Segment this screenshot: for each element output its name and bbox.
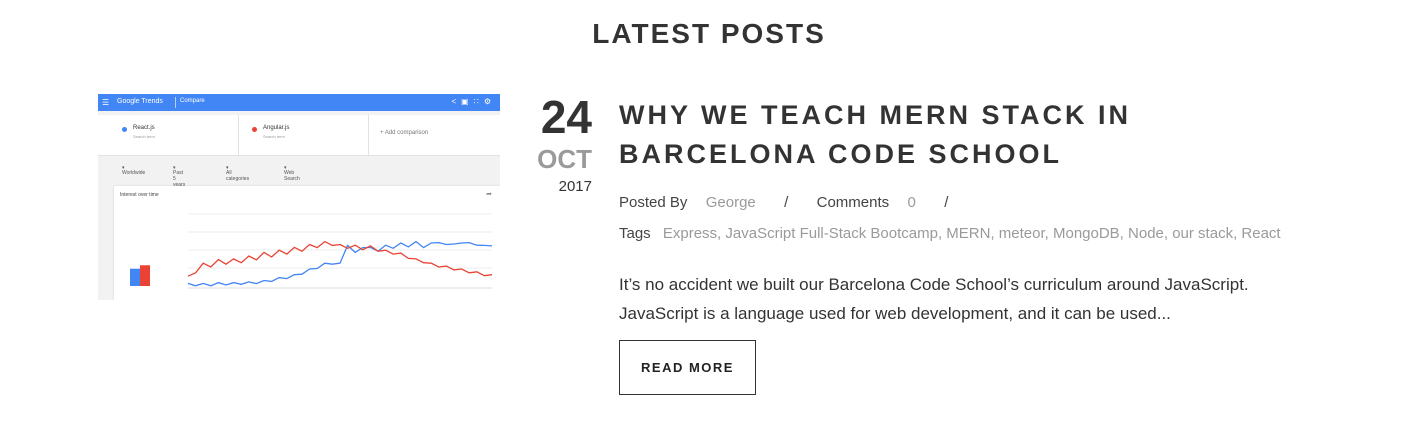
post-date-day: 24 <box>540 91 592 143</box>
tags-list[interactable]: Express, JavaScript Full-Stack Bootcamp,… <box>663 225 1281 242</box>
filter-search-type: Web Search ▾ <box>284 165 300 182</box>
filter-time: Past 5 years ▾ <box>173 165 186 188</box>
interest-over-time-card: Interest over time ➦ <box>114 186 500 300</box>
apps-icon: ∷ <box>473 97 484 106</box>
term-color-dot <box>252 127 257 132</box>
term-sub: Search term <box>133 134 155 139</box>
post-thumbnail[interactable]: ☰ Google Trends Compare <▣∷⚙ React.js Se… <box>98 94 500 300</box>
series-line-react-js <box>187 240 493 287</box>
comments-count[interactable]: 0 <box>908 194 916 211</box>
filter-category: All categories ▾ <box>226 165 250 182</box>
term-name: Angular.js <box>263 125 290 131</box>
feedback-icon: ▣ <box>461 97 474 106</box>
posted-by-label: Posted By <box>619 194 688 211</box>
tags-label: Tags <box>619 225 651 242</box>
comments-label: Comments <box>816 194 890 211</box>
menu-icon: ☰ <box>102 98 110 107</box>
filters-row: Worldwide ▾ Past 5 years ▾ All categorie… <box>98 160 500 188</box>
term-name: React.js <box>133 125 155 131</box>
add-comparison: + Add comparison <box>380 130 429 136</box>
trends-page-label: Compare <box>180 98 205 104</box>
filter-region: Worldwide ▾ <box>122 165 146 176</box>
term-color-dot <box>122 127 127 132</box>
read-more-button[interactable]: READ MORE <box>619 340 756 395</box>
post-title[interactable]: WHY WE TEACH MERN STACK IN BARCELONA COD… <box>619 96 1339 174</box>
header-divider <box>175 97 176 108</box>
latest-posts-title: LATEST POSTS <box>592 18 826 49</box>
search-terms: React.js Search term Angular.js Search t… <box>98 115 500 156</box>
trends-header: ☰ Google Trends Compare <▣∷⚙ <box>98 94 500 111</box>
average-bar-react-js <box>130 268 140 286</box>
term-angular: Angular.js Search term <box>228 115 369 155</box>
term-sub: Search term <box>263 134 285 139</box>
author-link[interactable]: George <box>706 194 756 211</box>
meta-separator: / <box>784 194 789 211</box>
post-tags: Tags Express, JavaScript Full-Stack Boot… <box>619 225 1281 242</box>
series-line-angular-js <box>187 240 493 277</box>
average-bar-angular-js <box>140 265 150 286</box>
post-date-year: 2017 <box>558 178 592 195</box>
post-excerpt: It’s no accident we built our Barcelona … <box>619 275 1249 323</box>
post-meta: Posted By George / Comments 0 / <box>619 194 948 211</box>
term-react: React.js Search term <box>98 115 239 155</box>
add-comparison-label: Add comparison <box>384 130 429 136</box>
post-date-month: OCT <box>537 144 592 174</box>
share-icon: < <box>451 97 462 106</box>
header-icons: <▣∷⚙ <box>452 97 497 106</box>
trend-chart <box>130 213 493 289</box>
settings-icon: ⚙ <box>483 97 496 106</box>
trends-brand: Google Trends <box>117 98 163 105</box>
meta-separator: / <box>944 194 949 211</box>
